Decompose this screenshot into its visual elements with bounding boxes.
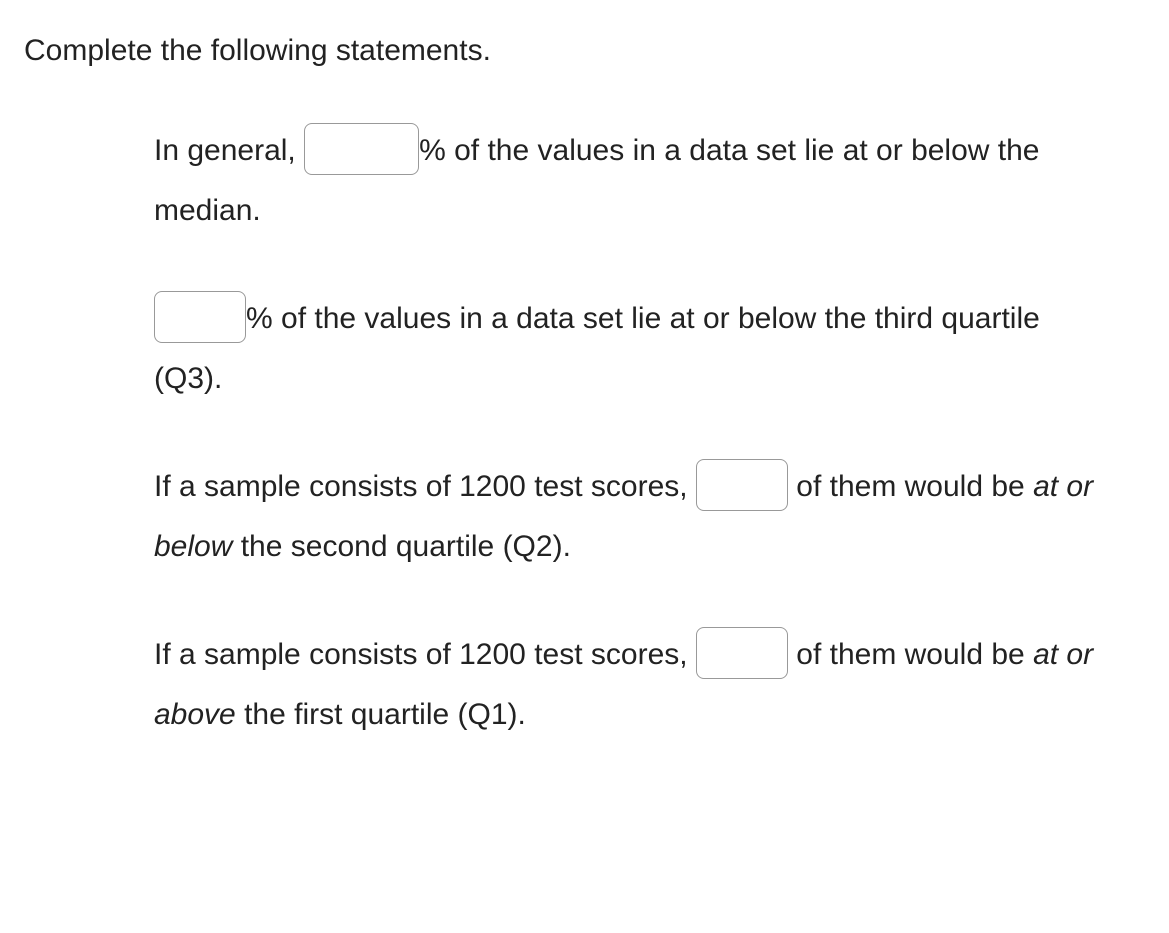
statement-4: If a sample consists of 1200 test scores… — [154, 625, 1105, 745]
median-percent-input[interactable] — [304, 123, 419, 175]
statements-container: In general, % of the values in a data se… — [24, 121, 1145, 745]
q3-percent-input[interactable] — [154, 291, 246, 343]
statement-1-text-before: In general, — [154, 134, 304, 167]
q2-count-input[interactable] — [696, 459, 788, 511]
q1-count-input[interactable] — [696, 627, 788, 679]
instruction-text: Complete the following statements. — [24, 28, 1145, 73]
statement-4-text-before: If a sample consists of 1200 test scores… — [154, 638, 696, 671]
statement-2-text-after: % of the values in a data set lie at or … — [154, 302, 1040, 395]
statement-4-text-mid: of them would be — [788, 638, 1033, 671]
statement-3-text-before: If a sample consists of 1200 test scores… — [154, 470, 696, 503]
statement-2: % of the values in a data set lie at or … — [154, 289, 1105, 409]
statement-3-text-mid: of them would be — [788, 470, 1033, 503]
statement-4-text-after: the first quartile (Q1). — [236, 698, 526, 731]
statement-3-text-after: the second quartile (Q2). — [232, 530, 571, 563]
statement-1: In general, % of the values in a data se… — [154, 121, 1105, 241]
statement-3: If a sample consists of 1200 test scores… — [154, 457, 1105, 577]
